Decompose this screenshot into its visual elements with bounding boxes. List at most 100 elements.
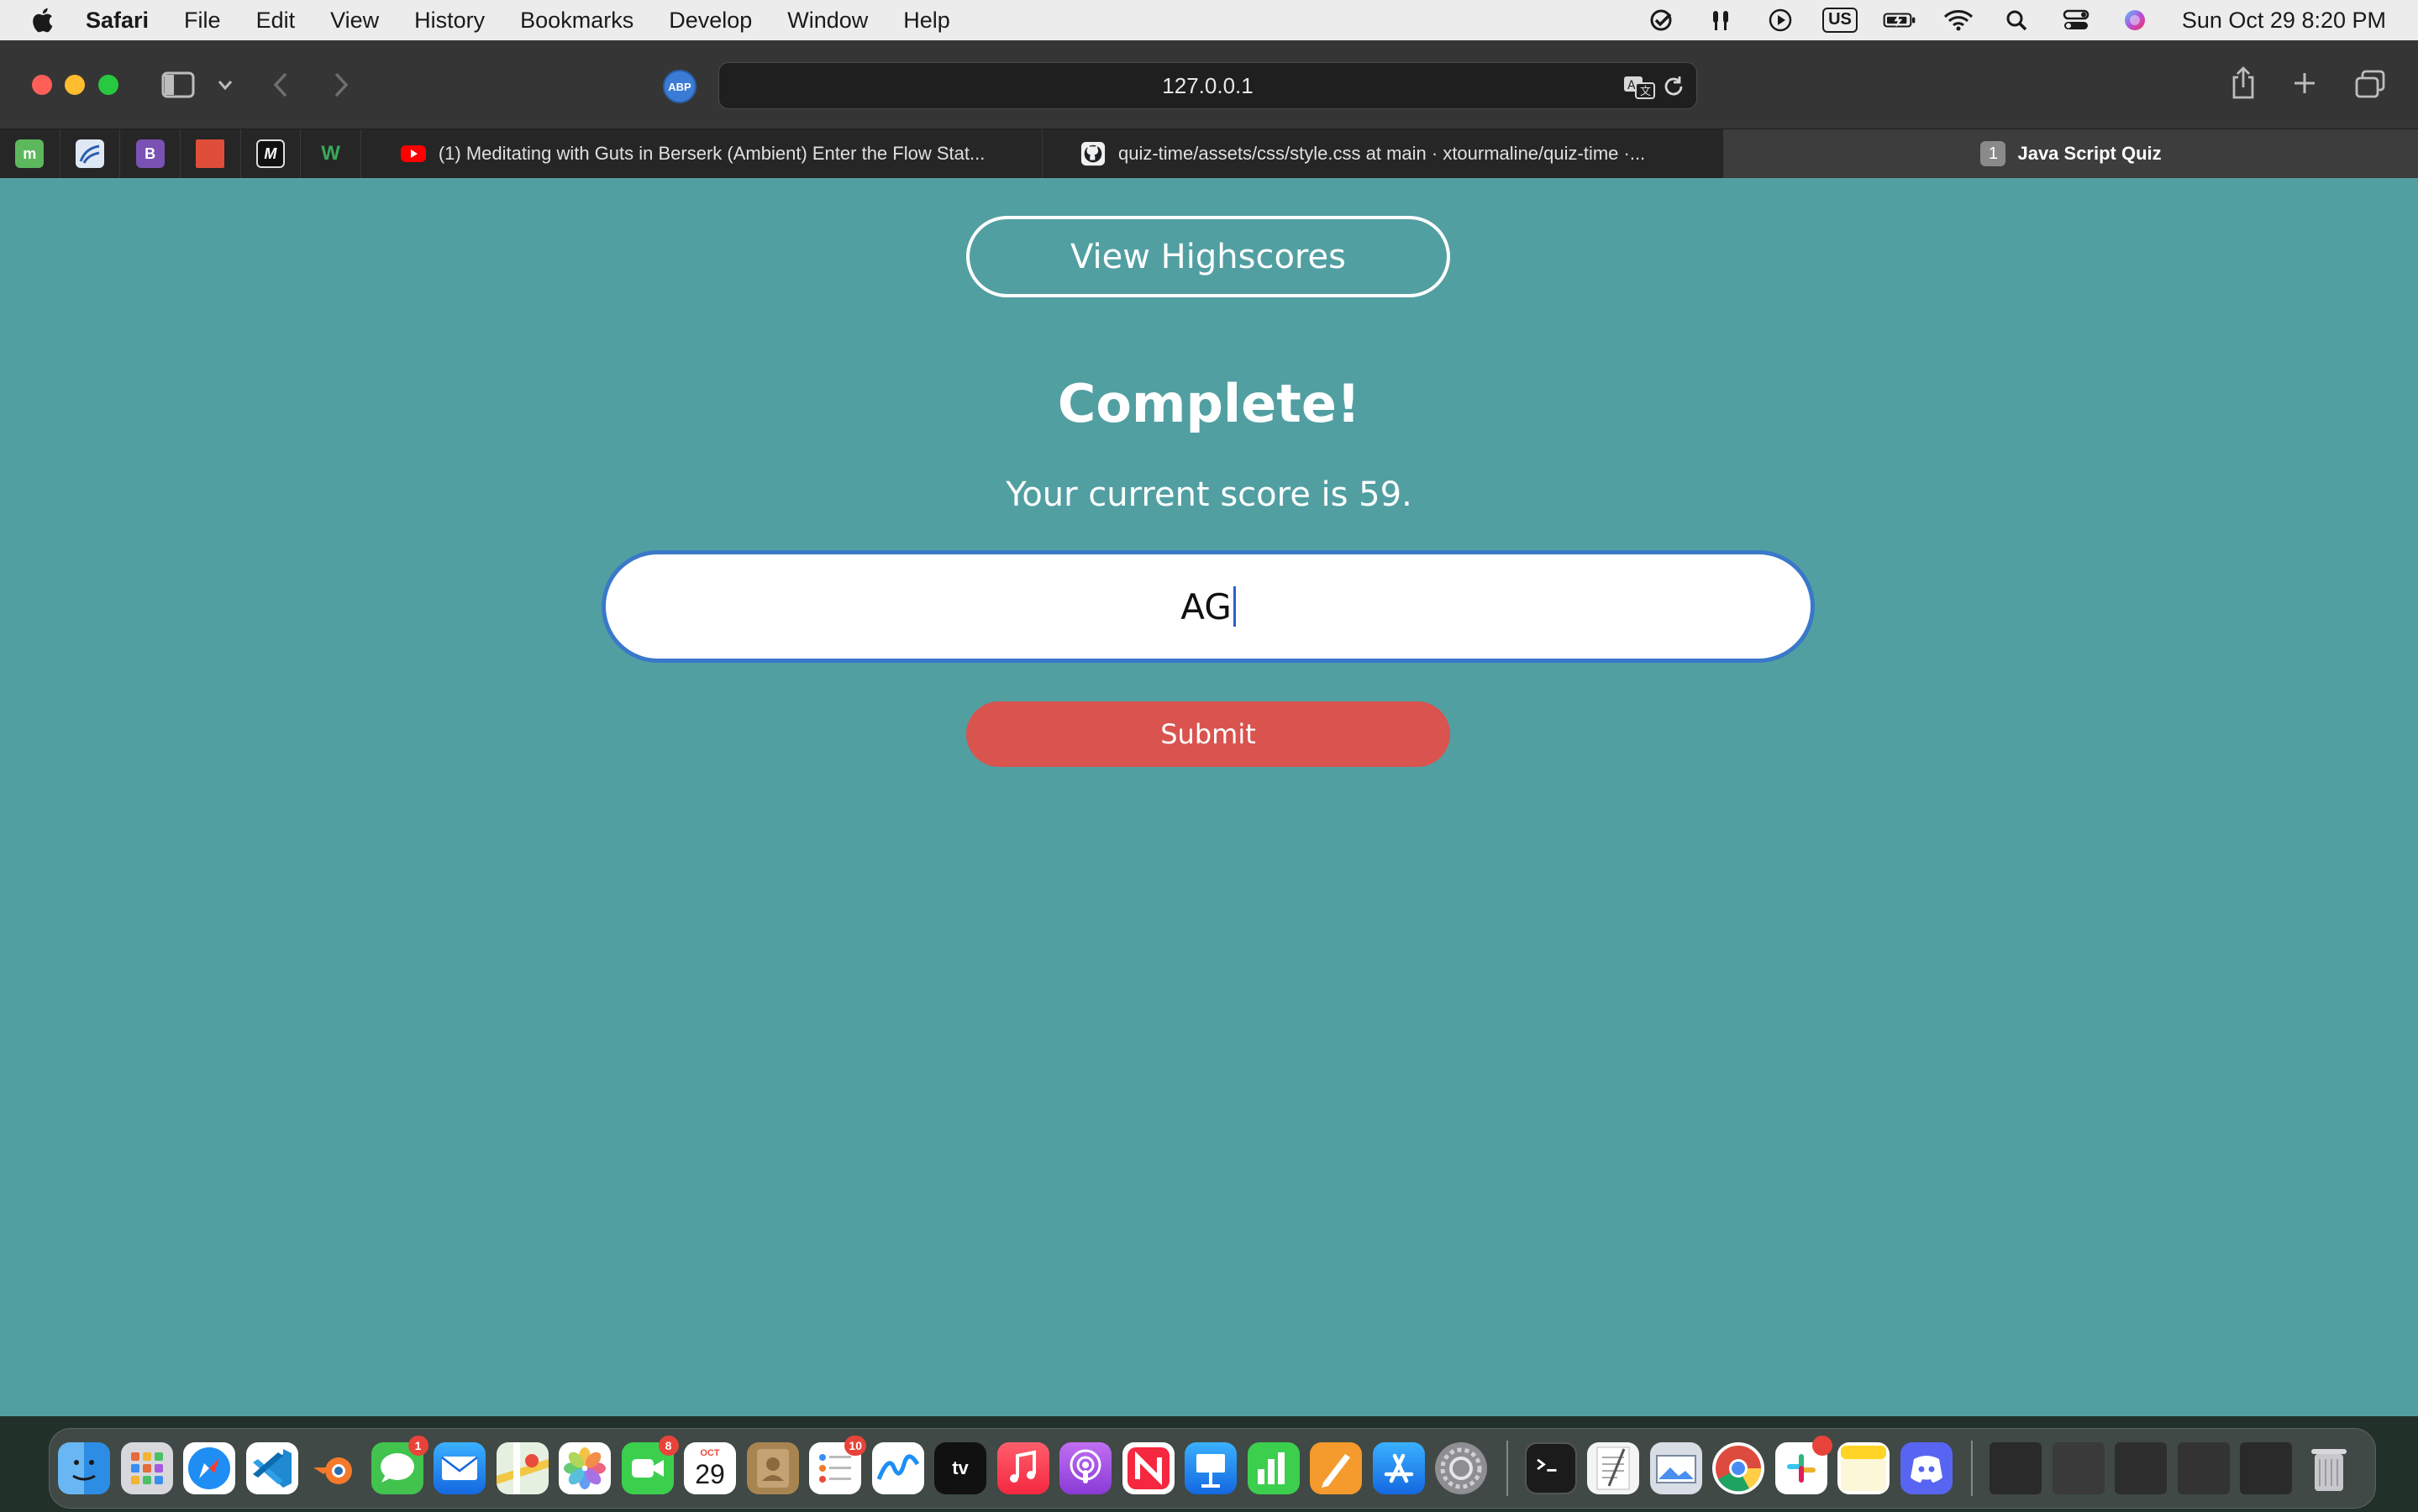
textedit-icon[interactable] xyxy=(1587,1442,1639,1494)
launchpad-icon[interactable] xyxy=(120,1442,173,1494)
favorite-wave[interactable] xyxy=(60,129,121,178)
app-name-menu[interactable]: Safari xyxy=(86,8,149,34)
favorite-m-dark[interactable]: M xyxy=(241,129,302,178)
minimized-window-5-icon[interactable] xyxy=(2240,1442,2292,1494)
tab-overview-icon[interactable] xyxy=(2354,69,2386,99)
contacts-icon[interactable] xyxy=(746,1442,799,1494)
tab-bar: m B M W (1) Meditating with Guts in Bers… xyxy=(0,129,2418,178)
spotlight-search-icon[interactable] xyxy=(2000,8,2034,33)
dock: 1 8 OCT 29 10 tv xyxy=(49,1428,2376,1509)
menu-help[interactable]: Help xyxy=(903,8,950,34)
app-store-icon[interactable] xyxy=(1372,1442,1425,1494)
svg-text:文: 文 xyxy=(1640,86,1651,98)
mail-icon[interactable] xyxy=(434,1442,486,1494)
music-icon[interactable] xyxy=(996,1442,1049,1494)
tab-github[interactable]: quiz-time/assets/css/style.css at main ·… xyxy=(1043,129,1725,178)
reminders-icon[interactable]: 10 xyxy=(809,1436,866,1494)
menubar-clock[interactable]: Sun Oct 29 8:20 PM xyxy=(2182,8,2386,34)
favorite-m[interactable]: m xyxy=(0,129,60,178)
apple-menu-icon[interactable] xyxy=(30,6,55,34)
minimized-window-4-icon[interactable] xyxy=(2177,1442,2230,1494)
minimized-window-1-icon[interactable] xyxy=(1990,1442,2042,1494)
favorite-bootstrap[interactable]: B xyxy=(120,129,181,178)
blender-icon[interactable] xyxy=(308,1442,360,1494)
new-tab-icon[interactable] xyxy=(2292,71,2317,96)
wifi-icon[interactable] xyxy=(1942,8,1975,33)
control-center-icon[interactable] xyxy=(2059,8,2093,33)
safari-icon[interactable] xyxy=(183,1442,235,1494)
maps-icon[interactable] xyxy=(496,1442,549,1494)
preview-icon[interactable] xyxy=(1649,1442,1702,1494)
terminal-icon[interactable] xyxy=(1524,1442,1577,1494)
menu-window[interactable]: Window xyxy=(787,8,868,34)
back-arrow-icon[interactable] xyxy=(271,71,291,99)
discord-icon[interactable] xyxy=(1900,1442,1953,1494)
siri-icon[interactable] xyxy=(2118,8,2152,33)
tab-title: Java Script Quiz xyxy=(2017,143,2162,164)
initials-input-value[interactable]: AG xyxy=(1180,586,1232,627)
menu-develop[interactable]: Develop xyxy=(669,8,752,34)
browser-toolbar: ABP 127.0.0.1 A文 xyxy=(0,40,2418,129)
keynote-icon[interactable] xyxy=(1185,1442,1237,1494)
grammar-check-icon[interactable] xyxy=(1646,8,1679,33)
input-source-badge[interactable]: US xyxy=(1822,8,1858,33)
favorite-m-icon: m xyxy=(15,139,45,168)
red-site-icon xyxy=(196,139,225,168)
view-highscores-button[interactable]: View Highscores xyxy=(966,216,1450,297)
menu-history[interactable]: History xyxy=(414,8,485,34)
menu-view[interactable]: View xyxy=(330,8,379,34)
notes-icon[interactable] xyxy=(1837,1442,1890,1494)
forward-arrow-icon[interactable] xyxy=(331,71,351,99)
chrome-icon[interactable] xyxy=(1712,1442,1764,1494)
messages-badge: 1 xyxy=(407,1436,428,1456)
wave-icon xyxy=(75,139,104,168)
news-icon[interactable] xyxy=(1122,1442,1175,1494)
submit-button[interactable]: Submit xyxy=(966,701,1450,767)
minimize-window-button[interactable] xyxy=(65,75,85,95)
calendar-month: OCT xyxy=(700,1448,720,1458)
tab-youtube[interactable]: (1) Meditating with Guts in Berserk (Amb… xyxy=(361,129,1043,178)
vscode-icon[interactable] xyxy=(245,1442,298,1494)
minimized-window-2-icon[interactable] xyxy=(2052,1442,2105,1494)
close-window-button[interactable] xyxy=(32,75,52,95)
menu-bookmarks[interactable]: Bookmarks xyxy=(520,8,633,34)
url-text[interactable]: 127.0.0.1 xyxy=(1162,73,1253,99)
calendar-icon[interactable]: OCT 29 xyxy=(684,1442,736,1494)
messages-icon[interactable]: 1 xyxy=(371,1436,428,1494)
translate-icon[interactable]: A文 xyxy=(1622,73,1656,100)
numbers-icon[interactable] xyxy=(1247,1442,1300,1494)
now-playing-icon[interactable] xyxy=(1764,8,1797,33)
favorite-w[interactable]: W xyxy=(301,129,361,178)
system-settings-icon[interactable] xyxy=(1435,1442,1487,1494)
tab-java-script-quiz[interactable]: 1 Java Script Quiz xyxy=(1724,129,2418,178)
favorite-red-site[interactable] xyxy=(181,129,241,178)
adblock-plus-icon[interactable]: ABP xyxy=(663,70,696,103)
address-bar[interactable]: 127.0.0.1 A文 xyxy=(718,62,1697,109)
sidebar-toggle-icon[interactable] xyxy=(161,71,195,99)
battery-icon[interactable] xyxy=(1883,8,1916,33)
minimized-window-3-icon[interactable] xyxy=(2115,1442,2167,1494)
freeform-icon[interactable] xyxy=(871,1442,924,1494)
page-title: Complete! xyxy=(1057,373,1361,434)
airpods-icon[interactable] xyxy=(1705,8,1738,33)
status-area: US Sun Oct 29 8:20 PM xyxy=(1646,0,2386,40)
score-text: Your current score is 59. xyxy=(1006,475,1412,514)
menu-file[interactable]: File xyxy=(184,8,221,34)
menu-edit[interactable]: Edit xyxy=(256,8,296,34)
facetime-icon[interactable]: 8 xyxy=(621,1436,679,1494)
podcasts-icon[interactable] xyxy=(1059,1442,1112,1494)
slack-icon[interactable] xyxy=(1774,1436,1832,1494)
reload-icon[interactable] xyxy=(1661,74,1686,99)
pages-icon[interactable] xyxy=(1310,1442,1362,1494)
dock-separator xyxy=(1971,1441,1973,1496)
finder-icon[interactable] xyxy=(58,1442,110,1494)
photos-icon[interactable] xyxy=(559,1442,611,1494)
zoom-window-button[interactable] xyxy=(98,75,118,95)
initials-input[interactable]: AG xyxy=(602,550,1815,663)
apple-tv-icon[interactable]: tv xyxy=(934,1442,986,1494)
facetime-badge: 8 xyxy=(658,1436,679,1456)
share-icon[interactable] xyxy=(2230,66,2257,101)
bootstrap-icon: B xyxy=(135,139,165,168)
trash-icon[interactable] xyxy=(2303,1442,2355,1494)
chevron-down-icon[interactable] xyxy=(217,77,234,92)
